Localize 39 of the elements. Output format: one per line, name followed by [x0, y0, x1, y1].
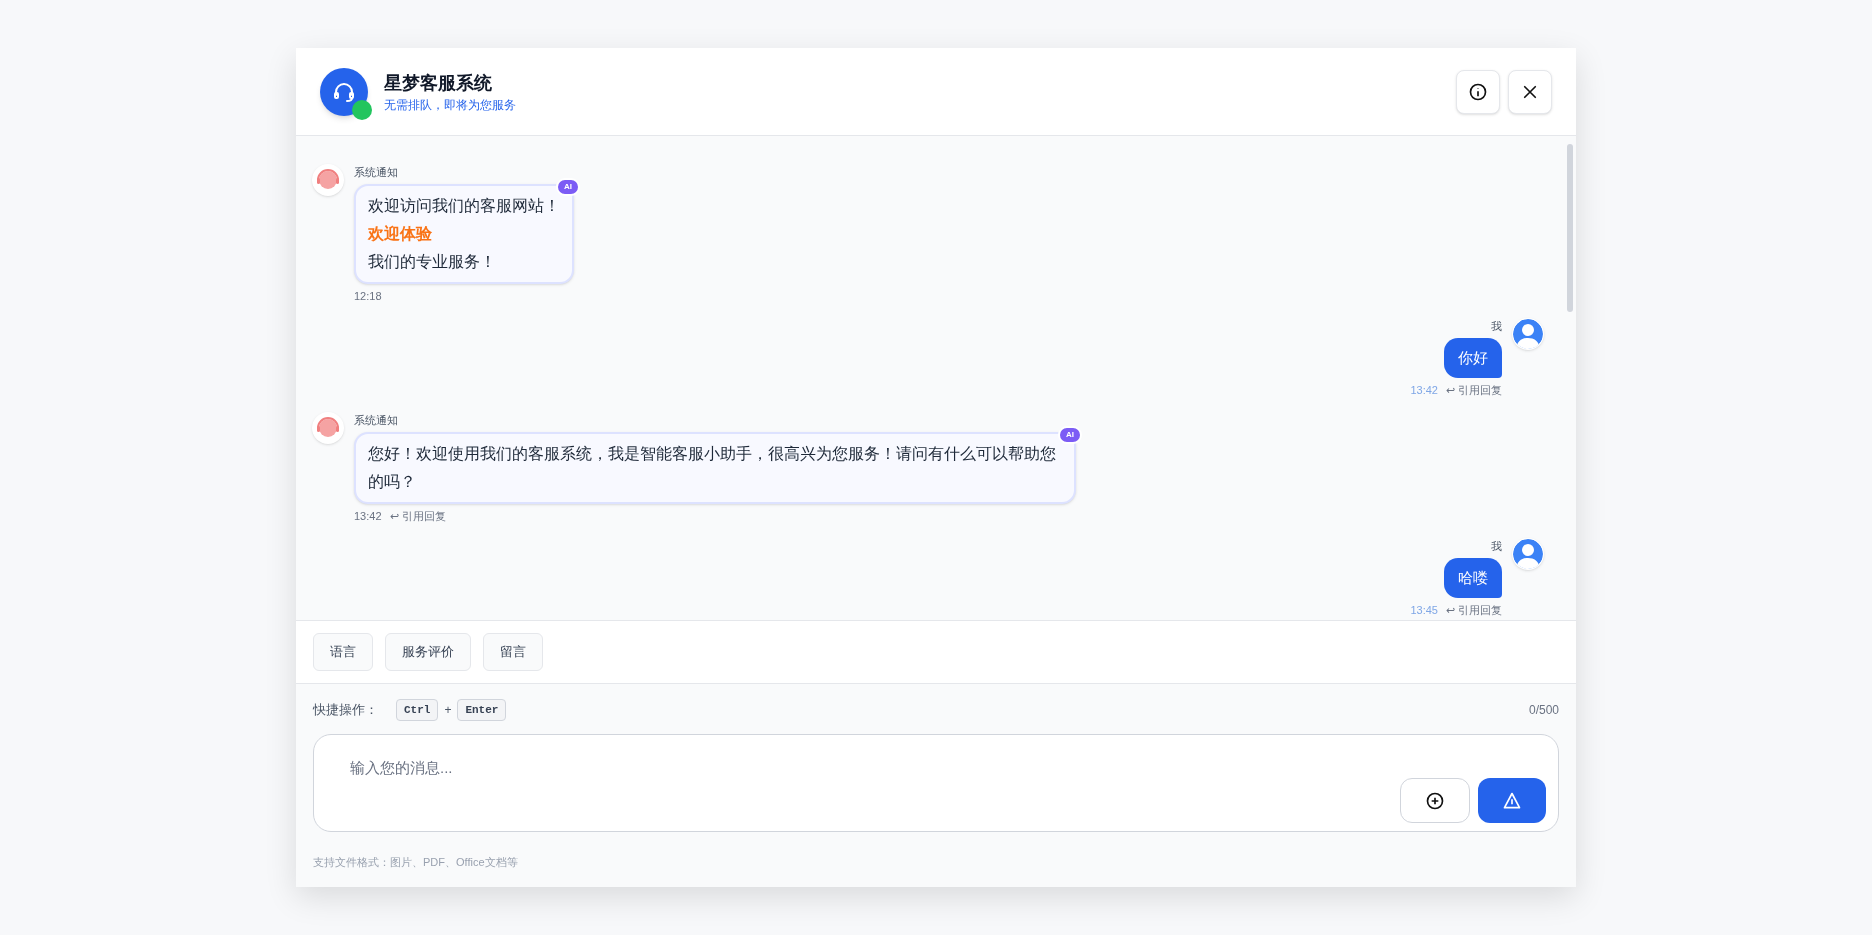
quote-reply-link[interactable]: ↩ 引用回复	[1445, 602, 1502, 618]
agent-avatar	[312, 412, 344, 444]
info-button[interactable]	[1456, 69, 1500, 114]
quick-action-button[interactable]: 留言	[483, 633, 543, 671]
user-avatar	[1512, 318, 1544, 350]
sender-name: 系统通知	[354, 413, 398, 428]
sender-name: 我	[1491, 319, 1502, 334]
quote-reply-link[interactable]: ↩ 引用回复	[389, 508, 446, 524]
user-avatar	[1512, 538, 1544, 570]
message-bubble: 哈喽	[1444, 558, 1502, 598]
character-counter: 0/500	[1528, 702, 1559, 719]
quick-action-button[interactable]: 服务评价	[385, 633, 471, 671]
plus-circle-icon	[1425, 790, 1445, 811]
message-time: 13:45	[1410, 603, 1438, 618]
agent-avatar	[312, 164, 344, 196]
quote-reply-link[interactable]: ↩ 引用回复	[1445, 382, 1502, 398]
message-time: 13:42	[1410, 383, 1438, 398]
key-cap: Enter	[457, 699, 507, 721]
scrollbar[interactable]	[1567, 144, 1573, 312]
plus-sign: +	[444, 702, 452, 719]
key-cap: Ctrl	[396, 699, 439, 721]
file-format-note: 支持文件格式：图片、PDF、Office文档等	[313, 855, 519, 870]
quick-action-button[interactable]: 语言	[313, 633, 373, 671]
ai-badge: AI	[1058, 426, 1082, 444]
info-icon	[1468, 81, 1488, 102]
app-subtitle: 无需排队，即将为您服务	[384, 96, 516, 114]
message-bubble: 你好	[1444, 338, 1502, 378]
ai-badge: AI	[556, 178, 580, 196]
message-input[interactable]: 输入您的消息...	[350, 757, 1250, 780]
send-button[interactable]	[1478, 778, 1546, 823]
shortcut-label: 快捷操作：	[313, 701, 378, 720]
app-title: 星梦客服系统	[384, 71, 493, 95]
message-time: 13:42	[354, 509, 382, 524]
sender-name: 系统通知	[354, 165, 398, 180]
message-time: 12:18	[354, 289, 382, 304]
close-button[interactable]	[1508, 69, 1552, 114]
sender-name: 我	[1491, 539, 1502, 554]
attach-button[interactable]	[1400, 778, 1470, 823]
triangle-icon	[1502, 790, 1522, 811]
